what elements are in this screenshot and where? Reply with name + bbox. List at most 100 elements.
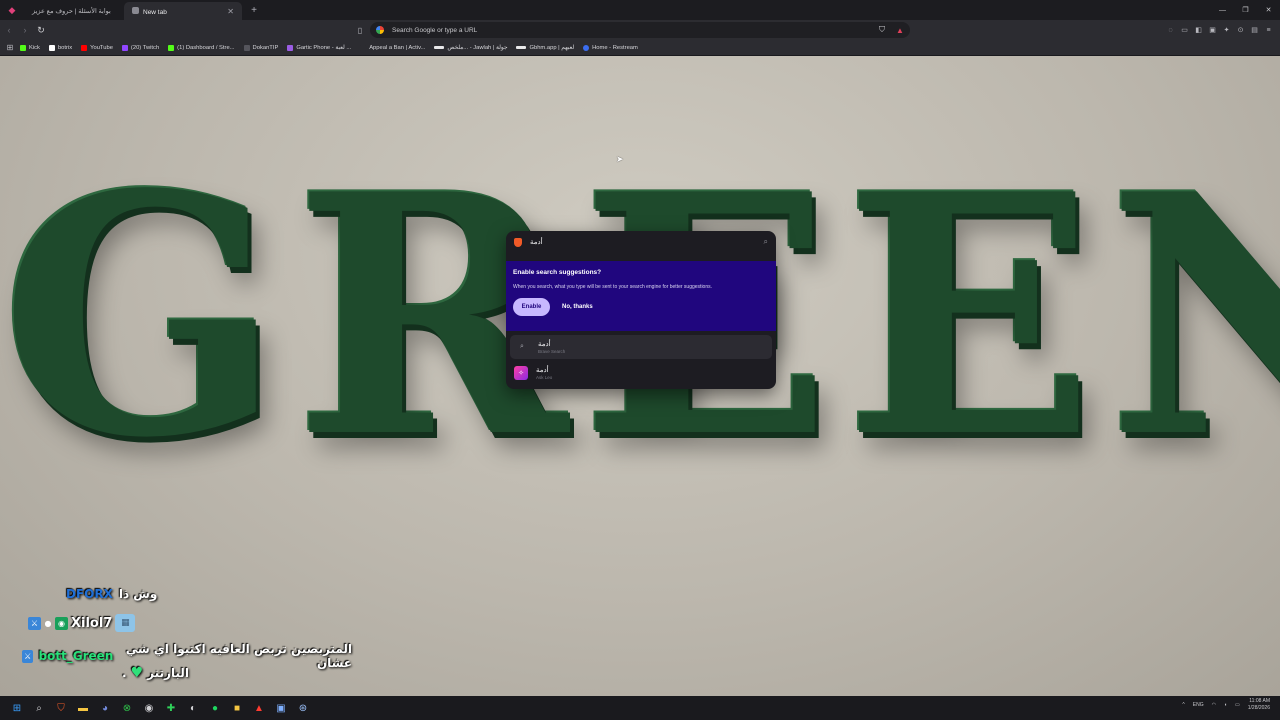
bookmark-gbhm[interactable]: Gbhm.app | لعبهم xyxy=(516,45,574,51)
address-bar[interactable]: Search Google or type a URL xyxy=(370,22,910,38)
search-box[interactable]: أدمة ⌕ xyxy=(506,231,776,253)
xbox-icon[interactable]: ⊗ xyxy=(118,699,136,717)
gartic-icon xyxy=(287,44,294,51)
bookmark-kick[interactable]: Kick xyxy=(20,44,40,51)
wallet-icon[interactable]: ▤ xyxy=(1249,22,1260,38)
minimize-icon[interactable]: — xyxy=(1211,0,1234,20)
network-icon[interactable]: ◠ xyxy=(1212,702,1216,708)
chat-text: البارتنر xyxy=(147,666,189,680)
bookmark-dokantip[interactable]: DokanTIP xyxy=(243,44,279,51)
green-heart-icon: ♥ xyxy=(130,665,144,681)
file-explorer-icon[interactable]: ▬ xyxy=(74,699,92,717)
reading-list-icon[interactable]: ▭ xyxy=(1179,22,1190,38)
enable-button[interactable]: Enable xyxy=(513,298,550,316)
suggestion-ask-leo[interactable]: ✧ أدمة Ask Leo xyxy=(510,361,772,385)
bookmark-label: Gbhm.app | لعبهم xyxy=(529,44,575,51)
navigation-toolbar: ‹ › ↻ ▯ Search Google or type a URL ⛉ ▲ … xyxy=(0,20,1280,40)
bookmark-label: Kick xyxy=(29,44,40,51)
botrix-icon xyxy=(48,44,55,51)
chat-trailing-dot: . xyxy=(122,666,127,680)
clock[interactable]: 11:08 AM 1/28/2026 xyxy=(1248,698,1270,711)
brave-shields-icon[interactable]: ⛉ xyxy=(877,24,887,36)
window-controls: — ❐ ✕ xyxy=(1211,0,1280,20)
adobe-icon[interactable]: ▲ xyxy=(250,699,268,717)
back-icon[interactable]: ‹ xyxy=(2,22,16,38)
gaming-icon[interactable]: ◐ xyxy=(184,699,202,717)
bookmark-icon[interactable]: ▯ xyxy=(353,22,367,38)
bookmark-jawlah[interactable]: ملخص... - Jawlah | جولة xyxy=(434,45,507,51)
chat-message-continued: . ♥ البارتنر xyxy=(122,665,452,681)
google-icon xyxy=(376,26,384,34)
address-placeholder: Search Google or type a URL xyxy=(392,26,478,34)
promo-title: Enable search suggestions? xyxy=(513,269,602,276)
close-window-icon[interactable]: ✕ xyxy=(1257,0,1280,20)
pin-badge-icon: ● xyxy=(44,618,52,628)
jawlah-icon xyxy=(434,46,445,49)
no-thanks-button[interactable]: No, thanks xyxy=(556,304,599,310)
battery-icon[interactable]: ▭ xyxy=(1235,702,1240,708)
browser-menu-icon[interactable]: ◆ xyxy=(0,0,24,20)
obs-icon[interactable]: ◉ xyxy=(140,699,158,717)
bookmark-label: DokanTIP xyxy=(252,44,279,51)
reload-icon[interactable]: ↻ xyxy=(34,22,48,38)
tab-label: New tab xyxy=(143,8,167,16)
suggestion-text: أدمة xyxy=(538,341,551,348)
chat-message: DFORX وش ذا xyxy=(66,587,396,601)
start-icon[interactable]: ⊞ xyxy=(8,699,26,717)
bookmark-label: Appeal a Ban | Activ... xyxy=(369,44,426,51)
appeal-icon xyxy=(360,44,367,51)
tray-chevron-icon[interactable]: ^ xyxy=(1182,702,1184,708)
menu-icon[interactable]: ≡ xyxy=(1263,22,1274,38)
app-green-icon[interactable]: ✚ xyxy=(162,699,180,717)
system-tray: ^ ENG ◠ ◖ ▭ 11:08 AM 1/28/2026 xyxy=(1182,698,1270,711)
bookmark-appeal-ban[interactable]: Appeal a Ban | Activ... xyxy=(360,44,426,51)
suggestion-source: Brave Search xyxy=(538,349,566,354)
kick-dashboard-icon xyxy=(168,44,175,51)
language-indicator[interactable]: ENG xyxy=(1193,702,1204,708)
bookmark-youtube[interactable]: YouTube xyxy=(81,44,113,51)
sidebar-icon[interactable]: ◧ xyxy=(1193,22,1204,38)
suggestion-source: Ask Leo xyxy=(536,375,553,380)
brave-rewards-icon[interactable]: ▲ xyxy=(895,24,905,36)
emote-icon: ▦ xyxy=(115,614,136,632)
search-icon[interactable]: ⌕ xyxy=(764,237,768,247)
leo-ai-icon: ✧ xyxy=(514,366,528,380)
tab-new-tab[interactable]: New tab ✕ xyxy=(124,2,242,20)
tab-strip: ◆ بوابة الأسئلة | حروف مع عزيز New tab ✕… xyxy=(0,0,1280,20)
bookmark-botrix[interactable]: botrix xyxy=(48,44,72,51)
leo-ai-icon[interactable]: ◌ xyxy=(1165,22,1176,38)
split-view-icon[interactable]: ▣ xyxy=(1207,22,1218,38)
spotify-icon[interactable]: ● xyxy=(206,699,224,717)
enable-suggestions-banner: Enable search suggestions? When you sear… xyxy=(506,261,776,331)
search-icon[interactable]: ⌕ xyxy=(30,699,48,717)
suggestion-brave-search[interactable]: ⌕ أدمة Brave Search xyxy=(510,335,772,359)
brave-icon[interactable]: ⛉ xyxy=(52,699,70,717)
search-query[interactable]: أدمة xyxy=(530,238,764,246)
app-yellow-icon[interactable]: ■ xyxy=(228,699,246,717)
close-tab-icon[interactable]: ✕ xyxy=(227,7,234,16)
bookmark-twitch[interactable]: (20) Twitch xyxy=(121,44,159,51)
restore-icon[interactable]: ❐ xyxy=(1234,0,1257,20)
moderator-badge-icon: ⚔ xyxy=(28,616,41,630)
bookmark-restream[interactable]: Home - Restream xyxy=(583,44,638,51)
volume-icon[interactable]: ◖ xyxy=(1224,702,1227,708)
suggestion-text: أدمة xyxy=(536,367,549,374)
bookmark-gartic-phone[interactable]: Gartic Phone - لعبة ... xyxy=(287,44,351,51)
steam-icon[interactable]: ⊛ xyxy=(294,699,312,717)
discord-icon[interactable]: ◕ xyxy=(96,699,114,717)
vpn-icon[interactable]: ⊙ xyxy=(1235,22,1246,38)
kick-icon xyxy=(20,44,26,51)
dokantip-icon xyxy=(243,44,250,51)
toolbar-actions: ◌ ▭ ◧ ▣ ✦ ⊙ ▤ ≡ xyxy=(1165,22,1274,38)
windows-taskbar: ⊞ ⌕ ⛉ ▬ ◕ ⊗ ◉ ✚ ◐ ● ■ ▲ ▣ ⊛ ^ ENG ◠ ◖ ▭ … xyxy=(0,696,1280,720)
chat-text: وش ذا xyxy=(118,587,158,601)
youtube-icon xyxy=(81,44,88,51)
tab-question-gateway[interactable]: بوابة الأسئلة | حروف مع عزيز xyxy=(24,2,124,20)
extensions-icon[interactable]: ✦ xyxy=(1221,22,1232,38)
bookmark-label: ملخص... - Jawlah | جولة xyxy=(447,44,508,51)
apps-grid-icon[interactable]: ⊞ xyxy=(0,43,20,52)
bookmark-dashboard[interactable]: (1) Dashboard / Stre... xyxy=(168,44,235,51)
new-tab-button[interactable]: + xyxy=(246,2,262,18)
app-window-icon[interactable]: ▣ xyxy=(272,699,290,717)
forward-icon[interactable]: › xyxy=(18,22,32,38)
